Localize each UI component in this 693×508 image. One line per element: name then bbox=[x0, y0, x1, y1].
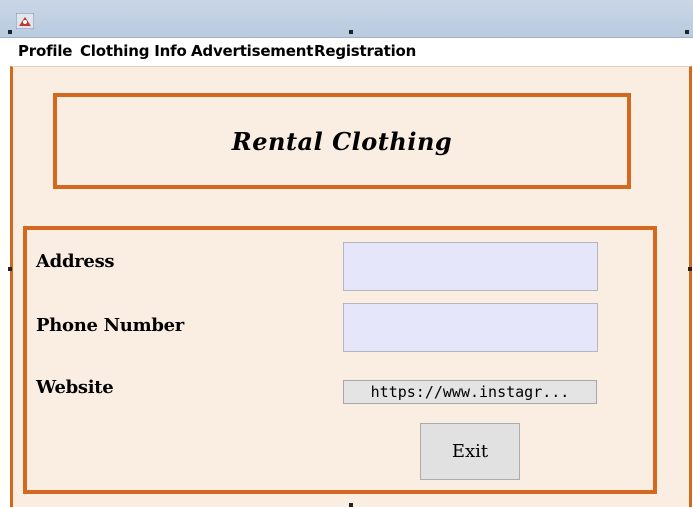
website-field[interactable]: https://www.instagr... bbox=[343, 380, 597, 404]
phone-number-field[interactable] bbox=[343, 303, 598, 352]
menu-item-clothing-info[interactable]: Clothing Info bbox=[80, 42, 187, 60]
phone-number-label: Phone Number bbox=[36, 315, 184, 336]
address-field[interactable] bbox=[343, 242, 598, 291]
address-label: Address bbox=[36, 251, 115, 272]
resize-handle-top-right[interactable] bbox=[685, 30, 689, 34]
resize-handle-top[interactable] bbox=[349, 30, 353, 34]
resize-handle-left[interactable] bbox=[8, 267, 12, 271]
menu-item-registration[interactable]: Registration bbox=[314, 42, 416, 60]
page-title: Rental Clothing bbox=[231, 127, 453, 156]
resize-handle-bottom[interactable] bbox=[349, 503, 353, 507]
window-titlebar[interactable] bbox=[0, 0, 693, 38]
resize-handle-top-left[interactable] bbox=[8, 30, 12, 34]
menu-item-profile[interactable]: Profile bbox=[18, 42, 72, 60]
menu-bar: Profile Clothing Info Advertisement Regi… bbox=[10, 38, 693, 66]
website-label: Website bbox=[36, 377, 114, 398]
app-icon bbox=[16, 13, 34, 29]
menu-item-advertisement[interactable]: Advertisement bbox=[191, 42, 313, 60]
title-banner: Rental Clothing bbox=[53, 93, 631, 189]
exit-button[interactable]: Exit bbox=[420, 423, 520, 480]
resize-handle-right[interactable] bbox=[688, 267, 692, 271]
